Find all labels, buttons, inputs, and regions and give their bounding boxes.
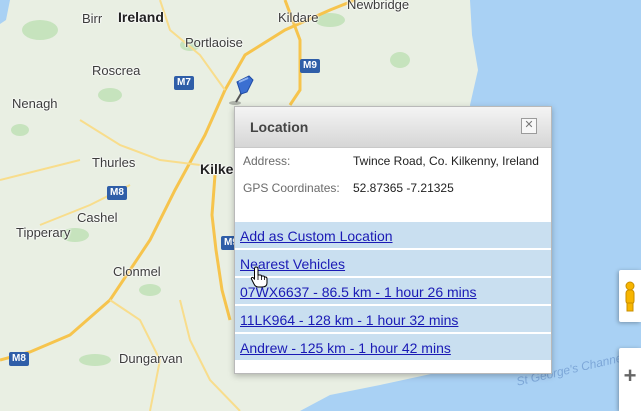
vehicle-link[interactable]: 07WX6637 - 86.5 km - 1 hour 26 mins [240,284,477,300]
map-place-label: Nenagh [12,96,58,111]
road-shield: M8 [9,352,29,366]
address-value: Twince Road, Co. Kilkenny, Ireland [353,154,539,168]
list-item: Nearest Vehicles [235,250,551,278]
address-label: Address: [243,154,291,168]
road-shield: M7 [174,76,194,90]
map-place-label: Dungarvan [119,351,183,366]
road-shield: M8 [107,186,127,200]
map-place-label: Thurles [92,155,136,170]
vehicle-link[interactable]: Andrew - 125 km - 1 hour 42 mins [240,340,451,356]
add-custom-location-link[interactable]: Add as Custom Location [240,228,393,244]
map-place-label: Ireland [118,9,164,25]
pegman-icon[interactable] [619,270,641,322]
hand-cursor-icon [250,266,268,288]
map-place-label: Portlaoise [185,35,243,50]
list-item: 07WX6637 - 86.5 km - 1 hour 26 mins [235,278,551,306]
location-popup: Location ✕ Address: Twince Road, Co. Kil… [234,106,552,374]
map-place-label: Cashel [77,210,118,225]
zoom-in-button[interactable]: + [619,348,641,411]
map-place-label: Roscrea [92,63,141,78]
map-place-label: Newbridge [347,0,410,12]
popup-header: Location ✕ [235,107,551,148]
popup-link-list: Add as Custom Location Nearest Vehicles … [235,222,551,362]
map-place-label: Tipperary [16,225,71,240]
map-place-label: Clonmel [113,264,161,279]
gps-value: 52.87365 -7.21325 [353,181,454,195]
map-place-label: Kildare [278,10,319,25]
popup-title: Location [250,119,309,135]
vehicle-link[interactable]: 11LK964 - 128 km - 1 hour 32 mins [240,312,458,328]
list-item: 11LK964 - 128 km - 1 hour 32 mins [235,306,551,334]
gps-label: GPS Coordinates: [243,181,340,195]
map-place-label: Birr [82,11,103,26]
close-icon[interactable]: ✕ [521,118,537,134]
map-pin-icon[interactable] [227,72,257,106]
road-shield: M9 [300,59,320,73]
list-item: Andrew - 125 km - 1 hour 42 mins [235,334,551,362]
list-item: Add as Custom Location [235,222,551,250]
